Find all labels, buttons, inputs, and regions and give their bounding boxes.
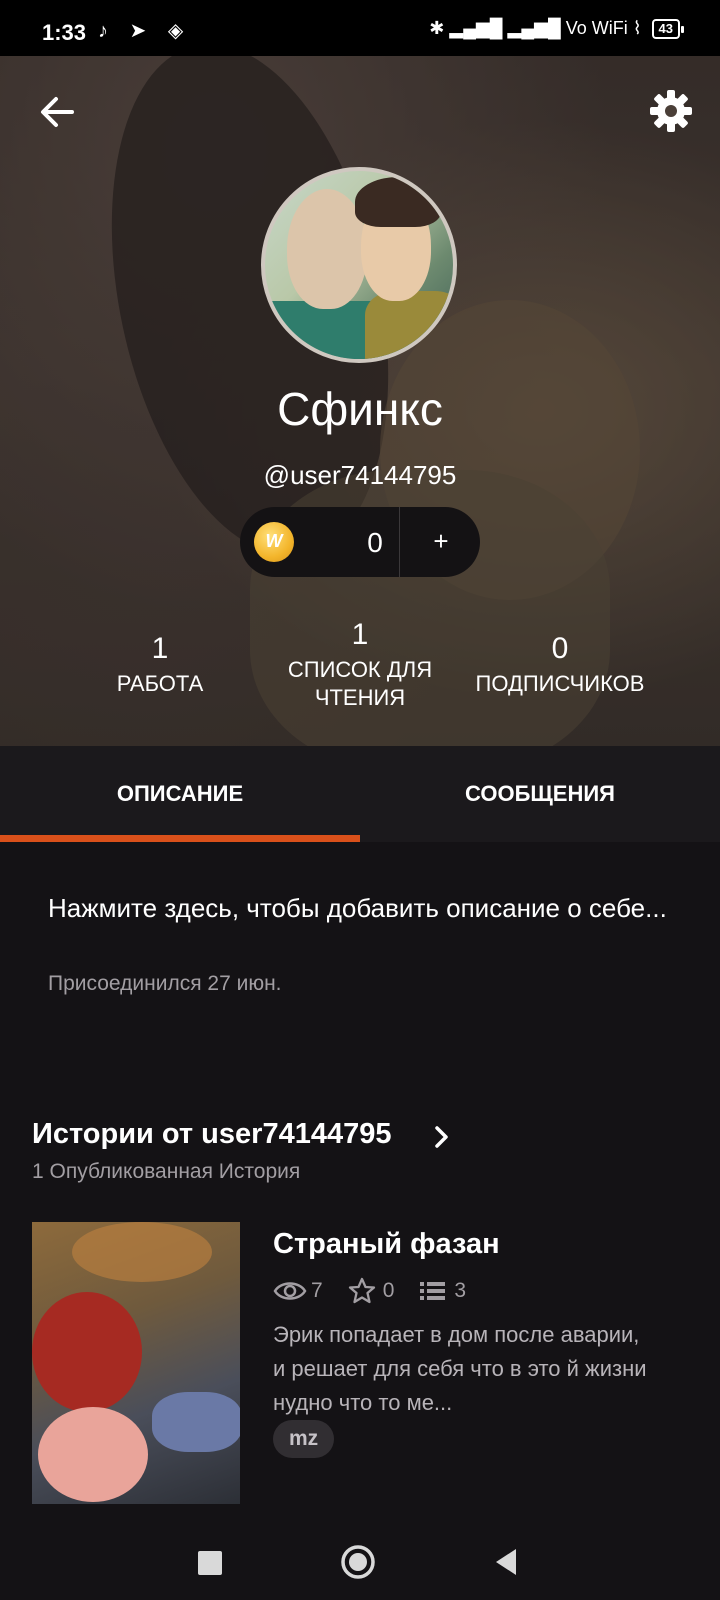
profile-tabs: ОПИСАНИЕ СООБЩЕНИЯ [0,746,720,842]
status-bar: 1:33 ♪ ➤ ◈ ✱ ▂▄▆█ ▂▄▆█ Vo WiFi ⌇ 43 [0,0,720,56]
display-name: Сфинкс [277,383,443,435]
stat-label: РАБОТА [116,671,204,696]
stat-label: ПОДПИСЧИКОВ [475,671,645,696]
tab-messages[interactable]: СООБЩЕНИЯ [360,746,720,842]
back-button[interactable] [36,90,80,134]
joined-date: Присоединился 27 июн. [48,972,282,995]
divider [399,507,400,577]
network-icons: ✱ ▂▄▆█ ▂▄▆█ Vo WiFi ⌇ [429,18,642,38]
eye-icon [273,1282,307,1300]
arrow-left-icon [41,97,74,127]
stat-reading-lists[interactable]: 1 СПИСОК ДЛЯ ЧТЕНИЯ [270,618,450,712]
add-coins-button[interactable]: + [402,507,480,577]
stat-label: СПИСОК ДЛЯ ЧТЕНИЯ [287,657,433,710]
stories-more-button[interactable] [428,1122,456,1152]
stat-value: 1 [351,618,369,651]
system-navigation-bar [0,1530,720,1600]
stat-value: 0 [551,632,569,665]
add-description-prompt[interactable]: Нажмите здесь, чтобы добавить описание о… [48,888,688,928]
stat-value: 1 [151,632,169,665]
stat-followers[interactable]: 0 ПОДПИСЧИКОВ [460,632,660,698]
list-icon [420,1282,446,1300]
nav-back-button[interactable] [492,1546,518,1578]
home-button[interactable] [340,1544,376,1580]
story-votes: 0 [382,1279,395,1302]
status-time: 1:33 [42,20,87,45]
username: @user74144795 [263,460,457,490]
stories-count: 1 Опубликованная История [32,1160,301,1183]
story-parts: 3 [454,1279,467,1302]
coins-widget: W 0 + [240,507,480,577]
gear-icon [650,90,692,132]
story-tag[interactable]: mz [273,1420,335,1458]
tab-description[interactable]: ОПИСАНИЕ [0,746,360,842]
stat-works[interactable]: 1 РАБОТА [100,632,220,698]
story-title[interactable]: Страный фазан [273,1228,500,1261]
active-tab-indicator [0,835,360,842]
battery-icon: 43 [651,18,685,39]
notification-icons: ♪ ➤ ◈ [98,20,192,42]
story-stats: 7 0 3 [273,1276,488,1306]
story-description[interactable]: Эрик попадает в дом после аварии, и реша… [273,1318,653,1420]
settings-button[interactable] [648,88,694,134]
recents-button[interactable] [198,1551,222,1575]
chevron-right-icon [435,1126,448,1148]
story-cover[interactable] [32,1222,240,1504]
stories-section-title[interactable]: Истории от user74144795 [32,1118,391,1151]
avatar[interactable] [261,167,457,363]
story-views: 7 [311,1279,323,1302]
coin-icon: W [254,522,294,562]
star-icon [348,1277,375,1304]
